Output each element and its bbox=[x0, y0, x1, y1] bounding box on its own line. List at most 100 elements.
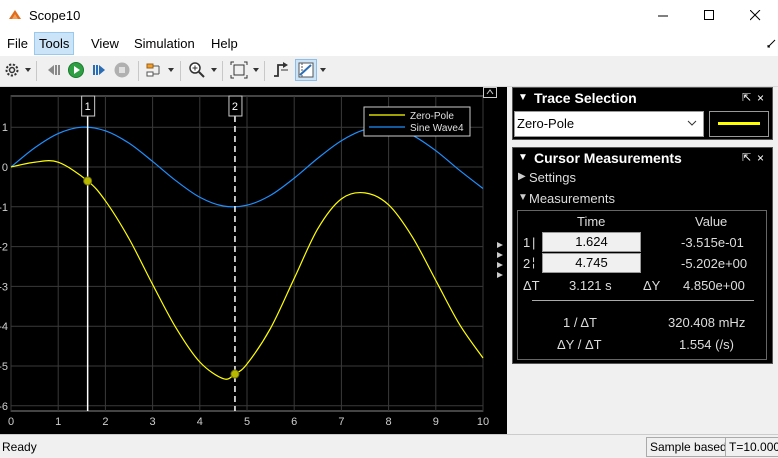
measurements-section[interactable]: Measurements bbox=[529, 191, 615, 206]
step-forward-icon bbox=[93, 65, 105, 75]
legend-entry: Sine Wave4 bbox=[410, 123, 464, 134]
cursor-1-marker[interactable] bbox=[83, 176, 93, 186]
autoscale-button[interactable] bbox=[229, 60, 249, 80]
zoom-button[interactable] bbox=[187, 60, 207, 80]
maximize-button[interactable] bbox=[686, 0, 732, 31]
triggers-button[interactable] bbox=[271, 60, 291, 80]
y-tick-label: -5 bbox=[0, 361, 8, 373]
cursor-measurement-icon bbox=[298, 62, 314, 78]
close-panel-icon[interactable]: × bbox=[757, 148, 764, 168]
close-panel-icon[interactable]: × bbox=[757, 88, 764, 108]
window-title: Scope10 bbox=[29, 8, 81, 23]
settings-button[interactable] bbox=[2, 60, 22, 80]
expand-panel-handle-icon[interactable] bbox=[497, 239, 505, 284]
play-icon bbox=[68, 62, 84, 78]
x-tick-label: 5 bbox=[244, 416, 250, 428]
matlab-icon bbox=[9, 10, 21, 19]
menu-simulation[interactable]: Simulation bbox=[130, 33, 199, 54]
cursor1-line-icon: | bbox=[532, 235, 536, 250]
trace-selection-title: Trace Selection bbox=[534, 90, 637, 106]
cursor-2-label: 2 bbox=[232, 101, 238, 113]
collapse-measurements-icon[interactable]: ▼ bbox=[518, 192, 528, 203]
cursor2-value: -5.202e+00 bbox=[681, 256, 748, 271]
autoscale-dropdown-icon[interactable] bbox=[253, 68, 259, 72]
highlight-block-button[interactable] bbox=[144, 60, 164, 80]
close-icon bbox=[749, 10, 760, 21]
zoom-dropdown-icon[interactable] bbox=[211, 68, 217, 72]
close-button[interactable] bbox=[732, 0, 778, 31]
run-button[interactable] bbox=[66, 60, 86, 80]
cursor1-value: -3.515e-01 bbox=[681, 235, 744, 250]
x-tick-label: 0 bbox=[8, 416, 14, 428]
minimize-button[interactable] bbox=[640, 0, 686, 31]
cursor-2-marker[interactable] bbox=[230, 369, 240, 379]
trace-select[interactable]: Zero-Pole bbox=[514, 111, 704, 137]
settings-dropdown-icon[interactable] bbox=[25, 68, 31, 72]
x-tick-label: 4 bbox=[197, 416, 203, 428]
step-back-icon bbox=[48, 65, 60, 75]
delta-t-value: 3.121 s bbox=[569, 278, 612, 293]
measurements-panel-area: ▼ Trace Selection ⇱ × Zero-Pole ▼ Cursor… bbox=[507, 87, 778, 434]
undock-plot-icon[interactable] bbox=[483, 87, 497, 98]
col-value-header: Value bbox=[695, 214, 728, 229]
cursor1-row-label: 1 bbox=[523, 235, 531, 250]
cursor-measurements-header: ▼ Cursor Measurements ⇱ × bbox=[513, 148, 772, 168]
settings-section[interactable]: Settings bbox=[529, 170, 576, 185]
delta-y-label: ΔY bbox=[643, 278, 661, 293]
measurements-dropdown-icon[interactable] bbox=[320, 68, 326, 72]
undock-icon[interactable] bbox=[767, 39, 776, 48]
x-tick-label: 8 bbox=[386, 416, 392, 428]
expand-settings-icon[interactable]: ▶ bbox=[518, 171, 526, 182]
x-tick-label: 1 bbox=[55, 416, 61, 428]
maximize-icon bbox=[703, 10, 714, 20]
time-indicator: T=10.000 bbox=[725, 437, 778, 457]
toolbar-separator bbox=[180, 61, 181, 81]
y-tick-label: -1 bbox=[0, 202, 8, 214]
slope-value: 1.554 (/s) bbox=[679, 337, 734, 352]
slope-label: ΔY / ΔT bbox=[557, 337, 602, 352]
trace-color-swatch[interactable] bbox=[709, 111, 769, 137]
x-tick-label: 7 bbox=[338, 416, 344, 428]
undock-icon[interactable]: ⇱ bbox=[742, 148, 751, 168]
cursor-1-label: 1 bbox=[85, 101, 91, 113]
cursor2-row-label: 2 bbox=[523, 256, 531, 271]
scope-plot[interactable]: 01234567891010-1-2-3-4-5-6 12 Zero-PoleS… bbox=[0, 87, 507, 434]
step-back-button[interactable] bbox=[44, 60, 64, 80]
trace-selection-panel: ▼ Trace Selection ⇱ × Zero-Pole bbox=[512, 87, 773, 140]
menu-help[interactable]: Help bbox=[207, 33, 242, 54]
menu-view[interactable]: View bbox=[87, 33, 123, 54]
zoom-in-icon bbox=[189, 62, 205, 78]
toolbar-separator bbox=[264, 61, 265, 81]
undock-icon[interactable]: ⇱ bbox=[742, 88, 751, 108]
y-tick-label: -6 bbox=[0, 401, 8, 413]
x-tick-label: 9 bbox=[433, 416, 439, 428]
x-tick-label: 2 bbox=[102, 416, 108, 428]
toolbar-separator bbox=[36, 61, 37, 81]
trigger-icon bbox=[274, 62, 288, 77]
cursor2-time-input[interactable]: 4.745 bbox=[542, 253, 641, 273]
cursor1-time-input[interactable]: 1.624 bbox=[542, 232, 641, 252]
menu-tools[interactable]: Tools bbox=[34, 32, 75, 55]
gear-icon bbox=[5, 63, 19, 77]
collapse-icon[interactable]: ▼ bbox=[518, 148, 528, 168]
y-tick-label: -2 bbox=[0, 242, 8, 254]
cursor-measurements-button[interactable] bbox=[295, 59, 317, 81]
toolbar-separator bbox=[138, 61, 139, 81]
trace-select-value: Zero-Pole bbox=[517, 116, 575, 131]
menu-file[interactable]: File bbox=[3, 33, 32, 54]
x-tick-label: 10 bbox=[477, 416, 489, 428]
cursor-measurements-title: Cursor Measurements bbox=[534, 150, 682, 166]
scope-display[interactable]: 01234567891010-1-2-3-4-5-6 12 Zero-PoleS… bbox=[0, 87, 507, 434]
y-tick-label: 1 bbox=[2, 122, 8, 134]
stop-icon bbox=[114, 62, 130, 78]
plot-legend[interactable]: Zero-PoleSine Wave4 bbox=[363, 106, 471, 137]
inverse-delta-t-value: 320.408 mHz bbox=[668, 315, 746, 330]
delta-y-value: 4.850e+00 bbox=[683, 278, 745, 293]
highlight-dropdown-icon[interactable] bbox=[168, 68, 174, 72]
stop-button[interactable] bbox=[112, 60, 132, 80]
cursor-measurements-panel: ▼ Cursor Measurements ⇱ × ▶ Settings ▼ M… bbox=[512, 147, 773, 364]
y-tick-label: 0 bbox=[2, 162, 8, 174]
step-forward-button[interactable] bbox=[89, 60, 109, 80]
collapse-icon[interactable]: ▼ bbox=[518, 88, 528, 108]
highlight-block-icon bbox=[146, 63, 160, 77]
